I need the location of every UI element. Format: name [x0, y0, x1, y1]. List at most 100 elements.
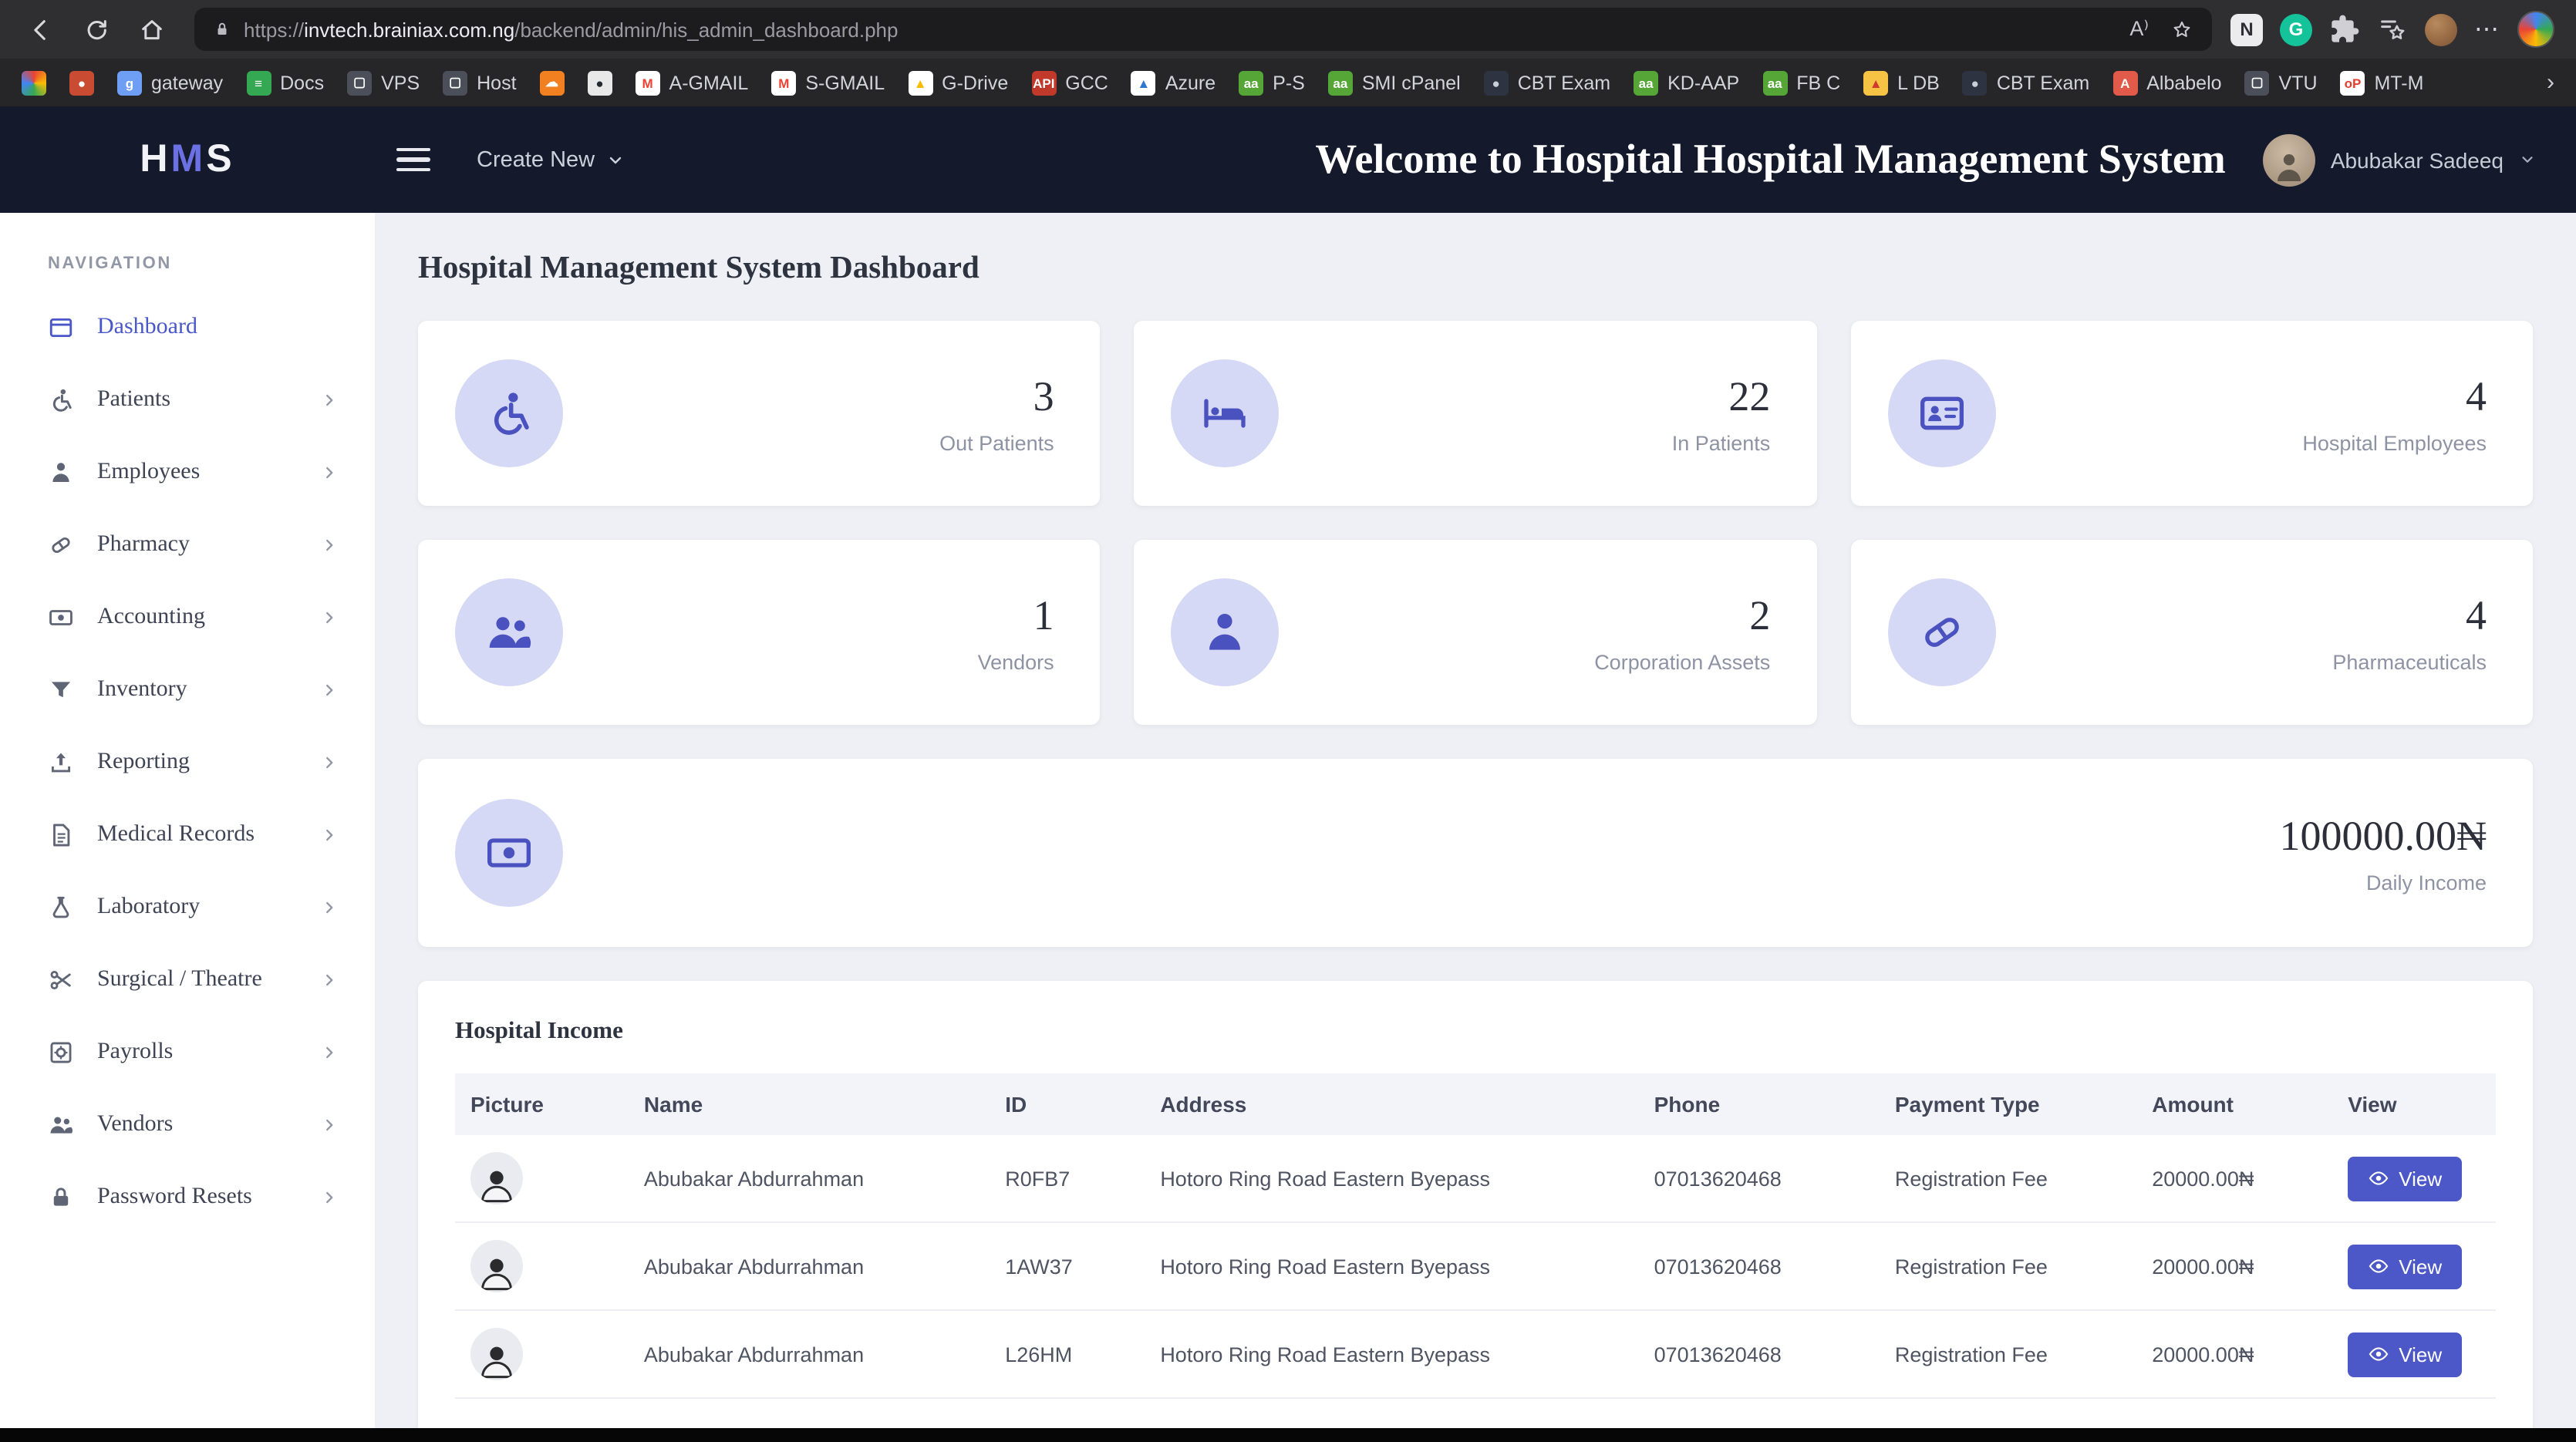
home-button[interactable]: [126, 6, 176, 52]
browser-menu-button[interactable]: ⋯: [2474, 14, 2500, 45]
bookmark-item[interactable]: M S-GMAIL: [771, 70, 885, 95]
sidebar-item[interactable]: Password Resets: [0, 1161, 375, 1234]
table-row: Abubakar Abdurrahman L26HM Hotoro Ring R…: [455, 1310, 2496, 1399]
bookmark-label: CBT Exam: [1996, 72, 2090, 93]
eye-icon: [2368, 1255, 2389, 1277]
view-button[interactable]: View: [2348, 1332, 2463, 1376]
browser-extension-icon[interactable]: [2425, 13, 2457, 45]
read-aloud-button[interactable]: A⁾: [2129, 17, 2149, 42]
sidebar-toggle-button[interactable]: [396, 147, 430, 172]
cell-amount: 20000.00₦: [2136, 1310, 2333, 1399]
bookmark-item[interactable]: aa FB C: [1762, 70, 1840, 95]
sidebar-item-icon: [48, 750, 74, 776]
bookmark-item[interactable]: ☁: [539, 70, 565, 95]
bookmark-item[interactable]: ▲ L DB: [1863, 70, 1940, 95]
income-icon-circle: [455, 799, 563, 907]
person-photo-icon: [477, 1340, 517, 1380]
cell-phone: 07013620468: [1638, 1135, 1880, 1223]
bookmark-favicon: ●: [1483, 70, 1509, 95]
bookmark-label: FB C: [1796, 72, 1841, 93]
reload-icon: [83, 16, 109, 42]
bookmarks-bar: ● g gateway ≡ Docs ▢ VPS ▢ Host ☁ ● M A-…: [0, 59, 2576, 106]
sidebar-item[interactable]: Employees: [0, 436, 375, 509]
table-title: Hospital Income: [455, 1018, 623, 1044]
reload-button[interactable]: [71, 6, 120, 52]
bookmark-item[interactable]: ● CBT Exam: [1962, 70, 2090, 95]
sidebar-item-icon: [48, 460, 74, 486]
bookmark-label: G-Drive: [942, 72, 1009, 93]
bookmark-favicon: ▢: [2244, 70, 2270, 95]
bookmark-item[interactable]: aa KD-AAP: [1634, 70, 1739, 95]
bookmarks-overflow-chevron[interactable]: ›: [2547, 69, 2554, 96]
create-new-label: Create New: [477, 147, 595, 172]
bookmark-item[interactable]: A Albabelo: [2112, 70, 2222, 95]
stat-label: Vendors: [977, 650, 1054, 673]
bookmark-item[interactable]: ●: [587, 70, 612, 95]
user-menu[interactable]: Abubakar Sadeeq: [2262, 133, 2536, 186]
home-icon: [138, 16, 164, 42]
bookmark-item[interactable]: ▢ Host: [443, 70, 517, 95]
person-icon: [2271, 149, 2308, 186]
bookmark-label: Azure: [1165, 72, 1216, 93]
chevron-down-icon: [2519, 151, 2536, 168]
bookmark-item[interactable]: ≡ Docs: [246, 70, 324, 95]
bookmark-item[interactable]: API GCC: [1031, 70, 1108, 95]
bookmark-item[interactable]: g gateway: [117, 70, 223, 95]
bookmark-favicon: aa: [1327, 70, 1353, 95]
sidebar-item-icon: [48, 895, 74, 921]
bookmark-item[interactable]: ●: [69, 70, 94, 95]
sidebar-item[interactable]: Patients: [0, 364, 375, 436]
sidebar-item[interactable]: Vendors: [0, 1089, 375, 1161]
collections-button[interactable]: [2377, 14, 2408, 45]
sidebar-item[interactable]: Surgical / Theatre: [0, 944, 375, 1016]
bookmark-item[interactable]: ▲ Azure: [1131, 70, 1216, 95]
grammarly-extension-button[interactable]: G: [2280, 13, 2312, 45]
cell-name: Abubakar Abdurrahman: [628, 1135, 990, 1223]
stat-card: 2 Corporation Assets: [1134, 540, 1817, 725]
view-button-label: View: [2399, 1343, 2443, 1366]
bookmark-item[interactable]: ▢ VPS: [347, 70, 420, 95]
bookmark-item[interactable]: [22, 70, 46, 95]
create-new-dropdown[interactable]: Create New: [477, 147, 624, 172]
sidebar-item[interactable]: Pharmacy: [0, 509, 375, 581]
app-logo[interactable]: HMS: [0, 137, 375, 182]
sidebar-item[interactable]: Accounting: [0, 581, 375, 654]
bookmark-item[interactable]: M A-GMAIL: [635, 70, 748, 95]
person-photo-icon: [477, 1164, 517, 1204]
view-button[interactable]: View: [2348, 1156, 2463, 1201]
bookmark-item[interactable]: aa P-S: [1239, 70, 1305, 95]
sidebar-item-label: Laboratory: [97, 895, 201, 919]
bookmark-item[interactable]: ▲ G-Drive: [908, 70, 1008, 95]
chevron-right-icon: [321, 1189, 338, 1206]
view-button[interactable]: View: [2348, 1244, 2463, 1289]
stat-icon: [1201, 608, 1250, 657]
bookmark-item[interactable]: oP MT-M: [2340, 70, 2423, 95]
stat-card: 3 Out Patients: [418, 321, 1101, 506]
browser-profile-avatar[interactable]: [2517, 11, 2554, 48]
bookmark-label: P-S: [1273, 72, 1305, 93]
table-header-cell: ID: [1005, 1092, 1027, 1117]
sidebar-item[interactable]: Reporting: [0, 726, 375, 799]
bookmark-item[interactable]: aa SMI cPanel: [1327, 70, 1461, 95]
sidebar-item[interactable]: Payrolls: [0, 1016, 375, 1089]
note-extension-button[interactable]: N: [2230, 13, 2263, 45]
cell-id: 1AW37: [990, 1222, 1145, 1311]
extensions-puzzle-button[interactable]: [2329, 14, 2360, 45]
bookmark-label: CBT Exam: [1517, 72, 1611, 93]
bookmark-item[interactable]: ▢ VTU: [2244, 70, 2318, 95]
bookmark-favicon: aa: [1239, 70, 1264, 95]
sidebar-item-icon: [48, 605, 74, 631]
chevron-right-icon: [321, 754, 338, 771]
sidebar-item[interactable]: Laboratory: [0, 871, 375, 944]
back-button[interactable]: [15, 6, 65, 52]
sidebar-item[interactable]: Inventory: [0, 654, 375, 726]
sidebar-item[interactable]: Dashboard: [0, 291, 375, 364]
sidebar-item[interactable]: Medical Records: [0, 799, 375, 871]
address-bar[interactable]: https://invtech.brainiax.com.ng/backend/…: [194, 8, 2212, 51]
lock-icon: [213, 20, 231, 39]
table-row: Abubakar Abdurrahman R0FB7 Hotoro Ring R…: [455, 1135, 2496, 1223]
stat-icon-circle: [455, 578, 563, 686]
bookmark-item[interactable]: ● CBT Exam: [1483, 70, 1611, 95]
favorite-star-button[interactable]: [2170, 18, 2193, 41]
sidebar-item-icon: [48, 315, 74, 341]
